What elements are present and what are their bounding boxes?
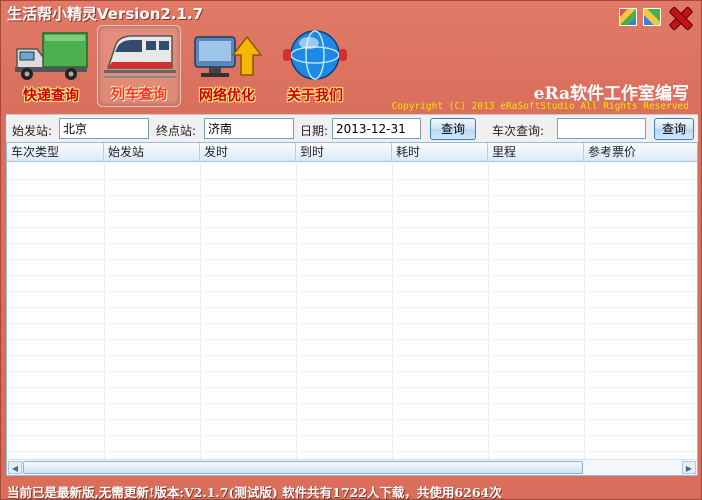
- column-divider: [488, 163, 489, 459]
- close-icon[interactable]: [667, 8, 691, 26]
- row-divider: [7, 387, 697, 388]
- toolbar-item-label: 关于我们: [287, 88, 343, 104]
- row-divider: [7, 323, 697, 324]
- toolbar-item-label: 网络优化: [199, 88, 255, 104]
- truck-icon: [15, 32, 88, 80]
- row-divider: [7, 451, 697, 452]
- toolbar-item-about[interactable]: 关于我们: [273, 25, 357, 107]
- to-station-input[interactable]: [204, 118, 294, 139]
- row-divider: [7, 195, 697, 196]
- date-label: 日期:: [300, 124, 329, 138]
- row-divider: [7, 307, 697, 308]
- row-divider: [7, 419, 697, 420]
- train-number-label: 车次查询:: [492, 124, 545, 138]
- globe-icon: [283, 30, 347, 80]
- horizontal-scrollbar[interactable]: ◀ ▶: [7, 459, 697, 475]
- train-search-button[interactable]: 查询: [654, 118, 694, 140]
- row-divider: [7, 435, 697, 436]
- column-distance[interactable]: 里程: [488, 143, 584, 162]
- scroll-right-icon[interactable]: ▶: [682, 461, 696, 474]
- row-divider: [7, 403, 697, 404]
- from-station-label: 始发站:: [12, 124, 53, 138]
- scroll-left-icon[interactable]: ◀: [8, 461, 22, 474]
- column-duration[interactable]: 耗时: [392, 143, 488, 162]
- status-bar-text: 当前已是最新版,无需更新!版本:V2.1.7(测试版) 软件共有1722人下载，…: [7, 485, 502, 500]
- toolbar-item-train[interactable]: 列车查询: [97, 25, 181, 107]
- toolbar-item-label: 列车查询: [111, 87, 167, 103]
- column-ticket-price[interactable]: 参考票价: [584, 143, 697, 162]
- row-divider: [7, 179, 697, 180]
- column-divider: [584, 163, 585, 459]
- network-arrow-icon: [194, 35, 263, 77]
- station-search-button[interactable]: 查询: [430, 118, 476, 140]
- main-toolbar: 快递查询 列车查询 网络优化 关于我们: [9, 25, 357, 109]
- toolbar-item-express[interactable]: 快递查询: [9, 25, 93, 107]
- column-from-station[interactable]: 始发站: [104, 143, 200, 162]
- train-query-bar: 始发站: 终点站: 日期: 查询 车次查询: 查询: [6, 114, 698, 142]
- toolbar-item-label: 快递查询: [23, 88, 79, 104]
- row-divider: [7, 243, 697, 244]
- column-divider: [200, 163, 201, 459]
- column-divider: [296, 163, 297, 459]
- palette-icon[interactable]: [643, 8, 661, 26]
- train-number-input[interactable]: [557, 118, 646, 139]
- table-header: 车次类型 始发站 发时 到时 耗时 里程 参考票价: [7, 143, 697, 162]
- train-icon: [104, 35, 176, 78]
- column-divider: [104, 163, 105, 459]
- row-divider: [7, 227, 697, 228]
- row-divider: [7, 371, 697, 372]
- row-divider: [7, 355, 697, 356]
- column-depart-time[interactable]: 发时: [200, 143, 296, 162]
- from-station-input[interactable]: [59, 118, 149, 139]
- scroll-thumb[interactable]: [23, 461, 583, 474]
- window-title: 生活帮小精灵Version2.1.7: [7, 5, 204, 23]
- column-arrive-time[interactable]: 到时: [296, 143, 392, 162]
- column-divider: [392, 163, 393, 459]
- table-body: [7, 163, 697, 459]
- app-window: 生活帮小精灵Version2.1.7 快递查询 列车查询 网络优化 关于我们 e…: [0, 0, 702, 500]
- row-divider: [7, 275, 697, 276]
- window-controls: [619, 8, 691, 26]
- to-station-label: 终点站:: [156, 124, 197, 138]
- column-train-type[interactable]: 车次类型: [7, 143, 104, 162]
- row-divider: [7, 339, 697, 340]
- toolbar-item-network[interactable]: 网络优化: [185, 25, 269, 107]
- color-icon[interactable]: [619, 8, 637, 26]
- row-divider: [7, 259, 697, 260]
- copyright-text: Copyright (C) 2013 eRaSoftStudio All Rig…: [391, 101, 689, 112]
- results-table: 车次类型 始发站 发时 到时 耗时 里程 参考票价 ◀ ▶: [6, 142, 698, 476]
- row-divider: [7, 211, 697, 212]
- date-input[interactable]: [332, 118, 421, 139]
- row-divider: [7, 291, 697, 292]
